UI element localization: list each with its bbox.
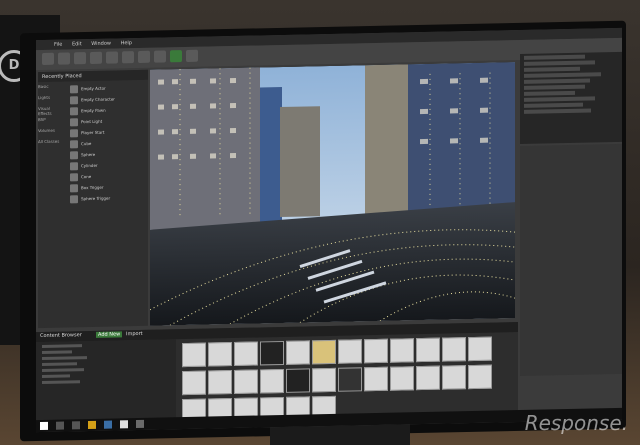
play-icon[interactable] bbox=[170, 50, 182, 63]
asset-thumbnail[interactable] bbox=[312, 367, 336, 393]
category-visual-effects[interactable]: Visual Effects bbox=[38, 106, 64, 118]
outliner-row[interactable] bbox=[524, 54, 586, 60]
sphere-icon bbox=[70, 150, 78, 159]
search-icon[interactable] bbox=[56, 421, 64, 430]
source-control-icon[interactable] bbox=[58, 52, 70, 65]
asset-thumbnail[interactable] bbox=[364, 338, 388, 364]
asset-thumbnail[interactable] bbox=[442, 365, 466, 390]
box-trigger-icon bbox=[70, 183, 78, 192]
cylinder-icon bbox=[70, 161, 78, 170]
asset-thumbnail[interactable] bbox=[260, 368, 284, 394]
building-center bbox=[365, 64, 410, 216]
asset-thumbnail[interactable] bbox=[442, 337, 466, 362]
asset-thumbnail[interactable] bbox=[390, 338, 414, 363]
place-item[interactable]: Sphere Trigger bbox=[66, 192, 115, 204]
settings-icon[interactable] bbox=[106, 51, 118, 64]
asset-thumbnail[interactable] bbox=[234, 369, 258, 394]
category-bsp[interactable]: BSP bbox=[38, 117, 64, 129]
outliner-row[interactable] bbox=[524, 78, 591, 84]
asset-thumbnail[interactable] bbox=[286, 368, 310, 393]
outliner-row[interactable] bbox=[524, 90, 575, 96]
asset-thumbnail[interactable] bbox=[468, 364, 492, 390]
tree-folder[interactable] bbox=[42, 374, 70, 379]
category-lights[interactable]: Lights bbox=[38, 95, 64, 107]
cinematics-icon[interactable] bbox=[138, 50, 150, 64]
marketplace-icon[interactable] bbox=[90, 51, 102, 65]
asset-thumbnail[interactable] bbox=[234, 341, 258, 366]
build-icon[interactable] bbox=[154, 50, 166, 63]
asset-thumbnail[interactable] bbox=[208, 342, 232, 367]
menu-help[interactable]: Help bbox=[121, 40, 132, 46]
asset-thumbnail[interactable] bbox=[338, 367, 362, 392]
asset-thumbnail[interactable] bbox=[260, 340, 284, 366]
building-tower bbox=[280, 106, 320, 218]
asset-thumbnail[interactable] bbox=[338, 339, 362, 364]
menu-edit[interactable]: Edit bbox=[72, 41, 82, 47]
building-right bbox=[408, 62, 515, 215]
asset-thumbnail[interactable] bbox=[416, 365, 440, 391]
outliner-row[interactable] bbox=[524, 102, 584, 108]
launch-icon[interactable] bbox=[186, 49, 198, 62]
watermark: Response. bbox=[524, 411, 628, 435]
outliner-row[interactable] bbox=[524, 84, 586, 90]
city-scene bbox=[150, 62, 515, 326]
unreal-editor-icon[interactable] bbox=[120, 420, 128, 429]
world-outliner bbox=[520, 51, 622, 144]
cube-icon bbox=[70, 139, 78, 148]
file-explorer-icon[interactable] bbox=[88, 420, 96, 430]
category-all-classes[interactable]: All Classes bbox=[38, 139, 64, 151]
menu-window[interactable]: Window bbox=[91, 41, 111, 47]
player-start-icon bbox=[70, 128, 78, 137]
asset-thumbnail[interactable] bbox=[208, 370, 232, 395]
cone-icon bbox=[70, 172, 78, 181]
asset-thumbnail[interactable] bbox=[286, 340, 310, 365]
outliner-row[interactable] bbox=[524, 108, 592, 114]
details-panel bbox=[520, 143, 622, 376]
content-icon[interactable] bbox=[74, 52, 86, 65]
actor-icon bbox=[70, 84, 78, 93]
category-basic[interactable]: Basic bbox=[38, 84, 64, 96]
asset-thumbnail[interactable] bbox=[390, 366, 414, 391]
outliner-row[interactable] bbox=[524, 66, 581, 72]
pawn-icon bbox=[70, 106, 78, 115]
place-actors-panel: Recently Placed Basic Lights Visual Effe… bbox=[38, 69, 148, 329]
building-left bbox=[150, 67, 260, 230]
app-icon[interactable] bbox=[136, 419, 144, 429]
tree-folder[interactable] bbox=[42, 356, 87, 361]
tree-folder[interactable] bbox=[42, 368, 84, 373]
tree-folder[interactable] bbox=[42, 362, 77, 367]
outliner-row[interactable] bbox=[524, 96, 596, 102]
start-icon[interactable] bbox=[40, 421, 48, 431]
outliner-row[interactable] bbox=[524, 72, 601, 78]
category-volumes[interactable]: Volumes bbox=[38, 128, 64, 140]
tree-folder[interactable] bbox=[42, 344, 82, 349]
tree-folder[interactable] bbox=[42, 350, 72, 355]
blueprints-icon[interactable] bbox=[122, 51, 134, 64]
asset-thumbnail[interactable] bbox=[182, 370, 206, 396]
sphere-trigger-icon bbox=[70, 194, 78, 203]
outliner-row[interactable] bbox=[524, 60, 596, 66]
tree-folder[interactable] bbox=[42, 380, 80, 385]
asset-thumbnail[interactable] bbox=[182, 342, 206, 368]
content-browser-tab[interactable]: Content Browser bbox=[40, 332, 82, 339]
edge-icon[interactable] bbox=[104, 420, 112, 429]
place-items: Empty Actor Empty Character Empty Pawn P… bbox=[66, 80, 115, 204]
light-icon bbox=[70, 117, 78, 126]
asset-thumbnail[interactable] bbox=[468, 336, 492, 362]
asset-thumbnail[interactable] bbox=[416, 337, 440, 363]
building-blue bbox=[260, 86, 282, 228]
place-categories: Basic Lights Visual Effects BSP Volumes … bbox=[38, 82, 66, 206]
save-icon[interactable] bbox=[42, 52, 54, 66]
level-viewport[interactable] bbox=[150, 62, 515, 326]
asset-thumbnail[interactable] bbox=[364, 366, 388, 392]
character-icon bbox=[70, 95, 78, 104]
task-view-icon[interactable] bbox=[72, 421, 80, 430]
menu-file[interactable]: File bbox=[54, 42, 62, 48]
import-button[interactable]: Import bbox=[126, 331, 143, 337]
add-new-button[interactable]: Add New bbox=[96, 331, 123, 338]
monitor-screen: File Edit Window Help Recently Placed Ba… bbox=[36, 27, 622, 433]
asset-thumbnail[interactable] bbox=[312, 339, 336, 365]
